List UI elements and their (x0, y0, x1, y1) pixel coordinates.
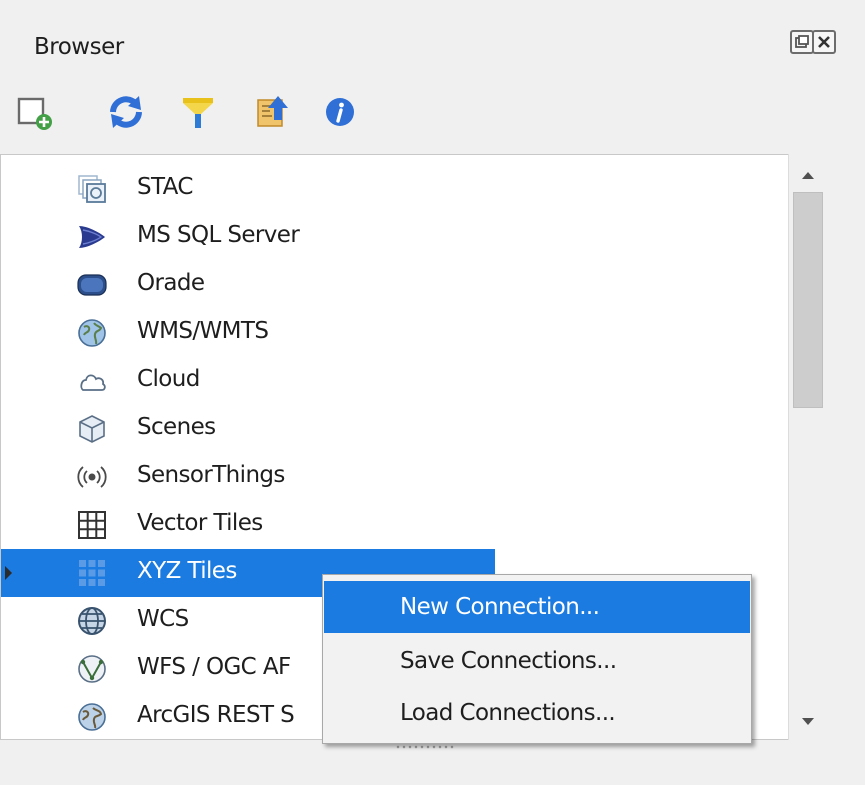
context-menu: New Connection... Save Connections... Lo… (322, 574, 752, 744)
tree-item-label: MS SQL Server (137, 222, 300, 248)
add-layers-button[interactable] (14, 90, 58, 134)
tree-item-oracle[interactable]: Orade (1, 261, 495, 309)
float-icon (795, 35, 809, 48)
stac-icon (78, 175, 106, 203)
tree-item-label: SensorThings (137, 462, 285, 488)
tree-item-vector-tiles[interactable]: Vector Tiles (1, 501, 495, 549)
float-panel-button[interactable] (790, 30, 814, 54)
grip-dots-icon (395, 745, 455, 749)
tree-item-mssql[interactable]: MS SQL Server (1, 213, 495, 261)
tree-item-label: Cloud (137, 366, 200, 392)
tree-item-label: Orade (137, 270, 205, 296)
tree-item-wms[interactable]: WMS/WMTS (1, 309, 495, 357)
tree-item-label: Vector Tiles (137, 510, 263, 536)
menu-item-label: Load Connections... (400, 700, 616, 726)
wcs-globe-icon (78, 607, 106, 635)
wfs-globe-icon (78, 655, 106, 683)
scroll-down-button[interactable] (789, 702, 828, 740)
filter-icon (183, 98, 213, 128)
mssql-icon (79, 226, 105, 248)
panel-resize-grip[interactable] (0, 742, 865, 785)
add-selected-layers-icon (17, 97, 52, 130)
scroll-up-button[interactable] (789, 154, 828, 192)
collapse-all-button[interactable] (250, 90, 294, 134)
panel-title: Browser (34, 34, 124, 60)
menu-item-label: New Connection... (400, 594, 600, 620)
close-panel-button[interactable] (812, 30, 836, 54)
refresh-button[interactable] (104, 90, 148, 134)
properties-button[interactable] (318, 90, 362, 134)
properties-info-icon (326, 98, 354, 126)
arcgis-globe-icon (78, 703, 106, 731)
collapse-all-icon (257, 96, 288, 127)
tree-item-stac[interactable]: STAC (1, 165, 495, 213)
menu-item-label: Save Connections... (400, 648, 617, 674)
tree-item-sensorthings[interactable]: SensorThings (1, 453, 495, 501)
tree-item-label: WFS / OGC AF (137, 654, 291, 680)
vector-tiles-icon (78, 511, 106, 539)
oracle-icon (77, 274, 107, 296)
menu-item-save-connections[interactable]: Save Connections... (324, 635, 750, 687)
tree-vertical-scrollbar[interactable] (788, 154, 828, 740)
browser-toolbar (0, 80, 865, 140)
refresh-icon (110, 96, 142, 128)
scenes-icon (79, 415, 105, 443)
filter-button[interactable] (176, 90, 220, 134)
tree-item-label: WCS (137, 606, 189, 632)
scroll-thumb[interactable] (793, 192, 823, 408)
menu-item-new-connection[interactable]: New Connection... (324, 581, 750, 633)
tree-item-label: ArcGIS REST S (137, 702, 295, 728)
wms-globe-icon (78, 319, 106, 347)
browser-panel: Browser STAC MS SQL Server Orade WMS/WMT… (0, 0, 865, 785)
xyz-tiles-icon (79, 560, 105, 586)
cloud-icon (80, 374, 106, 391)
menu-item-load-connections[interactable]: Load Connections... (324, 687, 750, 739)
tree-item-label: STAC (137, 174, 193, 200)
tree-item-label: Scenes (137, 414, 216, 440)
sensorthings-icon (77, 466, 107, 488)
tree-item-scenes[interactable]: Scenes (1, 405, 495, 453)
close-icon (818, 36, 830, 48)
tree-item-cloud[interactable]: Cloud (1, 357, 495, 405)
tree-item-label: XYZ Tiles (137, 558, 237, 584)
expand-arrow-icon[interactable] (5, 566, 12, 580)
tree-item-label: WMS/WMTS (137, 318, 269, 344)
panel-titlebar: Browser (0, 0, 865, 90)
